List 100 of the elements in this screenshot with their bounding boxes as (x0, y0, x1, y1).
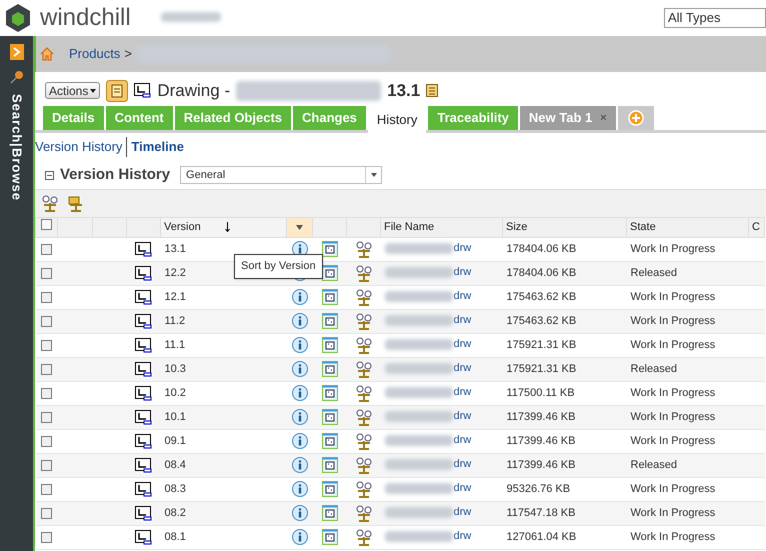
compare-icon[interactable] (354, 288, 372, 306)
actions-button[interactable]: Actions (45, 82, 100, 99)
info-icon[interactable] (292, 409, 308, 426)
file-name-link[interactable]: drw (454, 312, 472, 328)
info-icon[interactable] (292, 361, 308, 378)
view-select[interactable]: General (180, 166, 382, 184)
version-link[interactable]: 09.1 (164, 435, 186, 448)
viewer-icon[interactable] (322, 361, 338, 378)
collapse-icon[interactable] (45, 170, 54, 180)
info-icon[interactable] (292, 385, 308, 402)
breadcrumb-separator: > (124, 45, 132, 64)
compare-icon[interactable] (354, 264, 372, 282)
compare-icon[interactable] (354, 336, 372, 354)
state-cell: Work In Progress (630, 315, 716, 328)
version-link[interactable]: 11.1 (164, 339, 186, 352)
viewer-icon[interactable] (322, 289, 338, 306)
compare-icon[interactable] (354, 312, 372, 330)
compare-icon[interactable] (354, 432, 372, 450)
viewer-icon[interactable] (322, 409, 338, 426)
file-name-link[interactable]: drw (454, 432, 472, 448)
checkbox[interactable] (41, 364, 52, 375)
file-name-link[interactable]: drw (454, 504, 472, 520)
checkbox[interactable] (41, 508, 52, 519)
viewer-icon[interactable] (322, 385, 338, 402)
version-link[interactable]: 10.1 (164, 411, 186, 424)
info-icon[interactable] (292, 505, 308, 522)
version-link[interactable]: 12.1 (164, 291, 186, 304)
info-icon[interactable] (292, 433, 308, 450)
file-name-link[interactable]: drw (454, 240, 472, 256)
checkbox[interactable] (41, 436, 52, 447)
file-name-link[interactable]: drw (454, 384, 472, 400)
caret-icon[interactable] (370, 173, 377, 177)
version-link[interactable]: 12.2 (164, 267, 186, 280)
type-select[interactable]: All Types (664, 8, 766, 28)
viewer-icon[interactable] (322, 241, 338, 258)
viewer-icon[interactable] (322, 481, 338, 498)
version-link[interactable]: 08.1 (164, 531, 186, 544)
viewer-icon[interactable] (322, 505, 338, 522)
checkbox[interactable] (41, 316, 52, 327)
viewer-icon[interactable] (322, 433, 338, 450)
compare-icon[interactable] (354, 480, 372, 498)
compare-icon[interactable] (354, 504, 372, 522)
info-icon[interactable] (292, 289, 308, 306)
info-icon[interactable] (292, 481, 308, 498)
viewer-icon[interactable] (322, 265, 338, 282)
viewer-icon[interactable] (322, 337, 338, 354)
file-name-link[interactable]: drw (454, 480, 472, 496)
drawing-icon (135, 314, 152, 329)
checkbox[interactable] (41, 388, 52, 399)
panel-toggle-icon[interactable] (10, 44, 24, 60)
checkbox[interactable] (41, 412, 52, 423)
version-link[interactable]: 13.1 (164, 243, 186, 256)
file-name-link[interactable]: drw (454, 456, 472, 472)
file-name-link[interactable]: drw (454, 408, 472, 424)
file-name-link[interactable]: drw (454, 336, 472, 352)
checkbox[interactable] (41, 292, 52, 303)
compare-icon[interactable] (354, 456, 372, 474)
file-name-link[interactable]: drw (454, 528, 472, 544)
checkbox[interactable] (41, 219, 52, 230)
breadcrumb-link[interactable]: Products (69, 44, 120, 64)
column-header[interactable]: State (630, 221, 656, 234)
column-header[interactable]: Version (164, 221, 201, 234)
version-link[interactable]: 08.2 (164, 507, 186, 520)
checkbox[interactable] (41, 484, 52, 495)
viewer-icon[interactable] (322, 457, 338, 474)
file-name-link[interactable]: drw (454, 264, 472, 280)
sidebar-link[interactable]: Browse (8, 148, 24, 201)
checkbox[interactable] (41, 268, 52, 279)
compare-icon[interactable] (354, 240, 372, 258)
column-header[interactable]: Size (506, 221, 528, 234)
folder-compare-icon[interactable] (67, 194, 85, 212)
version-link[interactable]: 11.2 (164, 315, 186, 328)
info-icon[interactable] (292, 337, 308, 354)
checkbox[interactable] (41, 532, 52, 543)
compare-icon[interactable] (354, 384, 372, 402)
drawing-icon (134, 83, 152, 98)
version-link[interactable]: 10.3 (164, 363, 186, 376)
file-name-link[interactable]: drw (454, 360, 472, 376)
compare-icon[interactable] (41, 194, 59, 212)
checkbox[interactable] (41, 244, 52, 255)
caret-icon[interactable] (296, 224, 303, 230)
checkbox[interactable] (41, 340, 52, 351)
view-link[interactable]: Timeline (126, 137, 184, 157)
version-link[interactable]: 08.3 (164, 483, 186, 496)
version-link[interactable]: 10.2 (164, 387, 186, 400)
file-name-link[interactable]: drw (454, 288, 472, 304)
info-icon[interactable] (292, 457, 308, 474)
info-icon[interactable] (292, 529, 308, 546)
view-link[interactable]: Version History (35, 137, 122, 157)
compare-icon[interactable] (354, 408, 372, 426)
version-link[interactable]: 08.4 (164, 459, 186, 472)
compare-icon[interactable] (354, 528, 372, 546)
pin-icon[interactable] (10, 70, 24, 84)
viewer-icon[interactable] (322, 313, 338, 330)
info-icon[interactable] (292, 313, 308, 330)
viewer-icon[interactable] (322, 529, 338, 546)
compare-icon[interactable] (354, 360, 372, 378)
sidebar-link[interactable]: Search (8, 94, 24, 144)
state-cell: Work In Progress (630, 411, 716, 424)
checkbox[interactable] (41, 460, 52, 471)
